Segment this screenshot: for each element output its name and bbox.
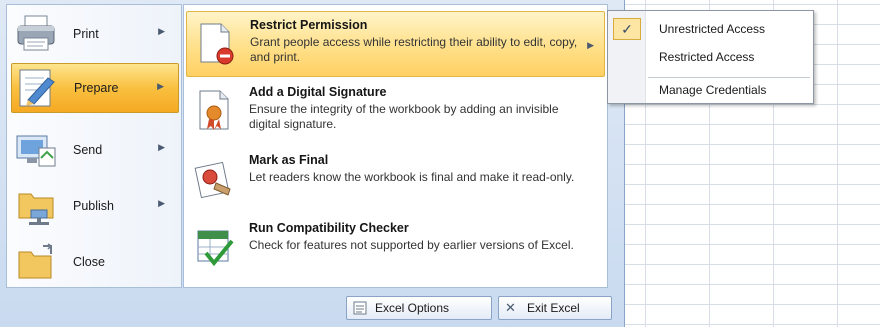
checkmark-icon: ✓ [613,18,641,40]
close-icon: ✕ [505,300,516,315]
manage-credentials-option[interactable]: Manage Credentials [610,78,811,102]
add-digital-signature-option[interactable]: Add a Digital Signature Ensure the integ… [186,79,605,145]
flyout-item-label: Unrestricted Access [659,22,766,36]
office-menu-commands: Print ▶ Prepare ▶ Send ▶ Publish ▶ Close [6,4,182,288]
submenu-arrow-icon: ▶ [158,198,165,208]
options-icon [353,301,367,315]
prepare-icon [14,66,60,110]
exit-excel-button[interactable]: ✕ Exit Excel [498,296,612,320]
mark-as-final-option[interactable]: Mark as Final Let readers know the workb… [186,147,605,213]
menu-item-label: Publish [73,199,114,213]
exit-excel-label: Exit Excel [527,301,580,315]
digital-signature-icon [194,89,236,133]
menu-item-label: Close [73,255,105,269]
restrict-permission-icon [195,22,237,66]
prepare-submenu: Restrict Permission Grant people access … [183,4,608,288]
excel-options-button[interactable]: Excel Options [346,296,492,320]
submenu-arrow-icon: ▶ [158,142,165,152]
office-button-menu: Print ▶ Prepare ▶ Send ▶ Publish ▶ Close… [0,0,625,327]
menu-item-print[interactable]: Print ▶ [11,9,179,59]
mark-as-final-icon [194,157,236,201]
restrict-permission-flyout: ✓ Unrestricted Access Restricted Access … [607,10,814,104]
submenu-arrow-icon: ▶ [157,81,164,91]
option-description: Grant people access while restricting th… [250,35,578,64]
send-icon [13,128,59,172]
flyout-item-label: Restricted Access [659,50,755,64]
option-title: Restrict Permission [250,18,368,32]
flyout-item-label: Manage Credentials [659,83,767,97]
restricted-access-option[interactable]: Restricted Access [610,45,811,69]
menu-item-send[interactable]: Send ▶ [11,125,179,175]
option-title: Mark as Final [249,153,329,167]
compatibility-checker-icon [194,225,236,269]
menu-item-publish[interactable]: Publish ▶ [11,181,179,231]
menu-item-label: Prepare [74,81,119,95]
menu-item-close[interactable]: Close [11,237,179,287]
option-title: Add a Digital Signature [249,85,387,99]
submenu-arrow-icon: ▶ [158,26,165,36]
option-description: Let readers know the workbook is final a… [249,170,575,184]
menu-item-label: Print [73,27,99,41]
menu-item-prepare[interactable]: Prepare ▶ [11,63,179,113]
option-title: Run Compatibility Checker [249,221,409,235]
publish-icon [13,184,59,228]
run-compatibility-checker-option[interactable]: Run Compatibility Checker Check for feat… [186,215,605,281]
option-description: Ensure the integrity of the workbook by … [249,102,559,131]
menu-item-label: Send [73,143,103,157]
submenu-arrow-icon: ▶ [587,40,594,50]
unrestricted-access-option[interactable]: ✓ Unrestricted Access [610,17,811,41]
option-description: Check for features not supported by earl… [249,238,574,252]
printer-icon [13,12,59,56]
excel-options-label: Excel Options [375,301,450,315]
office-menu-footer: Excel Options ✕ Exit Excel [6,292,614,322]
restrict-permission-option[interactable]: Restrict Permission Grant people access … [186,11,605,77]
folder-icon [13,240,59,284]
